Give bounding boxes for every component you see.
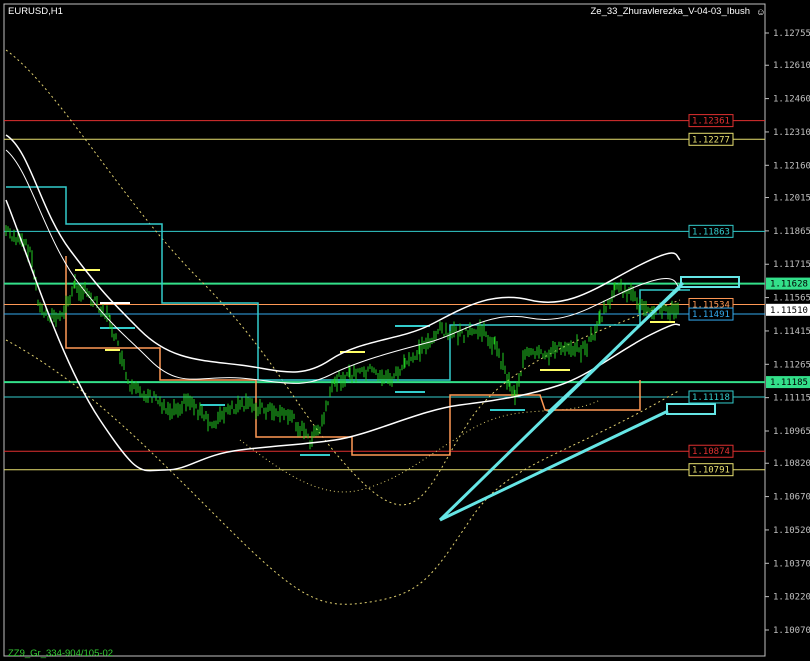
level-axis-tag-text-green-upper: 1.11628 <box>770 280 808 290</box>
level-tag-text-yellow-high: 1.12277 <box>692 135 730 145</box>
symbol-title: EURUSD,H1 <box>8 6 63 17</box>
price-tick-label: 1.11415 <box>773 327 810 337</box>
level-tag-text-yellow-low: 1.10791 <box>692 466 730 476</box>
price-tick-label: 1.12755 <box>773 29 810 39</box>
price-tick-label: 1.10820 <box>773 459 810 469</box>
chart-background <box>0 0 810 661</box>
price-tick-label: 1.10520 <box>773 526 810 536</box>
price-tick-label: 1.12015 <box>773 194 810 204</box>
price-tick-label: 1.11565 <box>773 294 810 304</box>
price-tick-label: 1.10220 <box>773 593 810 603</box>
price-chart[interactable]: 1.12755 1.12610 1.12460 1.12310 1.12160 1.120… <box>0 0 810 661</box>
price-tick-label: 1.10370 <box>773 559 810 569</box>
price-tick-label: 1.10965 <box>773 427 810 437</box>
price-tick-label: 1.10070 <box>773 626 810 636</box>
level-axis-tag-text-green-lower: 1.11185 <box>770 378 808 388</box>
footer-label: ZZ9_Gr_334-904/105-02 <box>8 648 113 659</box>
level-tag-text-red-low: 1.10874 <box>692 447 730 457</box>
level-tag-text-cyan-lower: 1.11118 <box>692 393 730 403</box>
price-tick-label: 1.11865 <box>773 227 810 237</box>
price-tick-label: 1.10670 <box>773 493 810 503</box>
price-tick-label: 1.11115 <box>773 394 810 404</box>
price-tick-label: 1.12310 <box>773 128 810 138</box>
current-price-text: 1.11510 <box>770 306 808 316</box>
price-tick-label: 1.12460 <box>773 95 810 105</box>
level-tag-text-cyan-upper: 1.11863 <box>692 227 730 237</box>
price-tick-label: 1.11715 <box>773 260 810 270</box>
price-tick-label: 1.11265 <box>773 360 810 370</box>
price-tick-label: 1.12610 <box>773 61 810 71</box>
level-tag-text-blue-mid: 1.11491 <box>692 310 730 320</box>
smiley-icon: ☺ <box>756 7 766 18</box>
indicator-title: Ze_33_Zhuravlerezka_V-04-03_Ibush <box>591 6 751 17</box>
level-tag-text-red-high: 1.12361 <box>692 117 730 127</box>
price-tick-label: 1.12160 <box>773 161 810 171</box>
